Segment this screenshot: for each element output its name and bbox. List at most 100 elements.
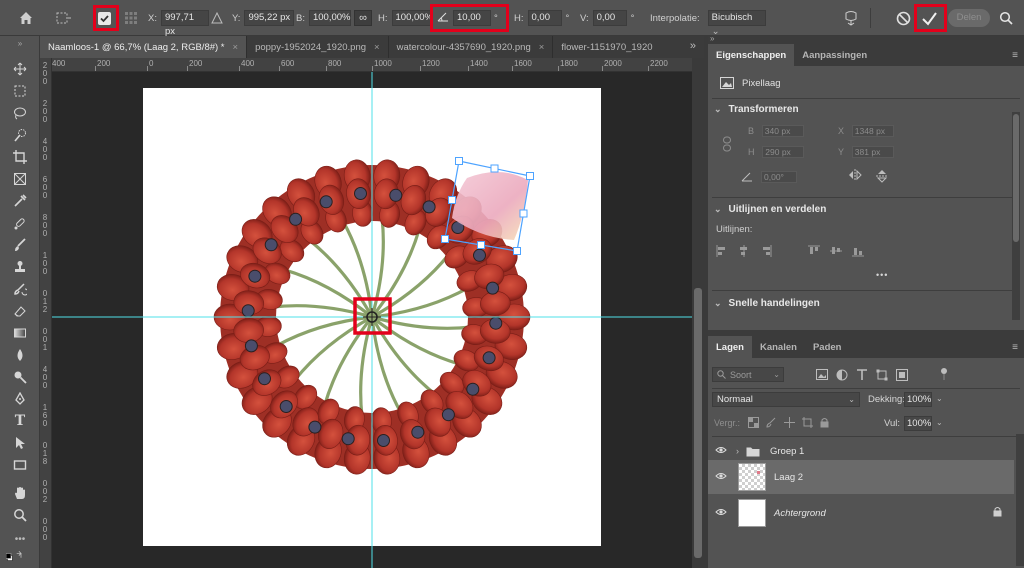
transform-handle[interactable] xyxy=(477,241,485,249)
zoom-tool-icon[interactable] xyxy=(10,506,30,524)
panel-menu-icon[interactable]: ≡ xyxy=(1012,50,1018,61)
tab-close-icon[interactable]: × xyxy=(233,42,239,53)
path-selection-tool-icon[interactable] xyxy=(10,434,30,452)
filter-toggle-icon[interactable] xyxy=(940,367,950,381)
blend-mode-select[interactable]: Normaal ⌄ xyxy=(712,392,860,407)
tab-poppy[interactable]: poppy-1952024_1920.png × xyxy=(247,36,389,58)
visibility-eye-icon[interactable] xyxy=(708,471,734,483)
lock-transparent-icon[interactable] xyxy=(748,417,759,428)
layer-thumbnail[interactable] xyxy=(738,463,766,491)
transform-handle[interactable] xyxy=(490,164,499,173)
rectangle-tool-icon[interactable] xyxy=(10,456,30,474)
tab-paden[interactable]: Paden xyxy=(805,336,850,358)
align-button-icon[interactable] xyxy=(808,245,820,257)
prop-width-field[interactable]: 340 px xyxy=(761,125,804,137)
tab-close-icon[interactable]: × xyxy=(374,42,380,53)
section-snelle-handelingen[interactable]: ⌄ Snelle handelingen xyxy=(714,298,820,309)
tab-watercolour[interactable]: watercolour-4357690_1920.png × xyxy=(389,36,554,58)
lock-artboard-icon[interactable] xyxy=(802,417,813,428)
width-percent-field[interactable]: 100,00% xyxy=(308,10,351,26)
transform-handle[interactable] xyxy=(526,172,534,180)
panel-menu-icon[interactable]: ≡ xyxy=(1012,342,1018,353)
prop-y-field[interactable]: 381 px xyxy=(851,146,894,158)
filter-adjustment-icon[interactable] xyxy=(836,369,848,381)
toolbar-collapse-icon[interactable]: » xyxy=(10,38,30,48)
align-button-icon[interactable] xyxy=(852,245,864,257)
cancel-transform-icon[interactable] xyxy=(896,8,911,28)
height-percent-field[interactable]: 100,00% xyxy=(391,10,433,26)
brush-tool-icon[interactable] xyxy=(10,236,30,254)
transform-tool-icon[interactable] xyxy=(55,8,73,28)
align-button-icon[interactable] xyxy=(830,245,842,257)
chevron-right-icon[interactable]: › xyxy=(736,446,746,456)
crop-tool-icon[interactable] xyxy=(10,148,30,166)
horizontal-ruler[interactable]: 400 200 0 200 400 600 800 1000 1200 1400 1600 1800 2… xyxy=(50,58,692,72)
flip-vertical-icon[interactable] xyxy=(876,169,888,186)
blur-tool-icon[interactable] xyxy=(10,346,30,364)
quick-selection-tool-icon[interactable] xyxy=(10,126,30,144)
visibility-eye-icon[interactable] xyxy=(708,445,734,457)
tab-naamloos-1[interactable]: Naamloos-1 @ 66,7% (Laag 2, RGB/8#) * × xyxy=(40,36,248,58)
fill-field[interactable]: 100% xyxy=(904,416,932,431)
hskew-field[interactable]: 0,00 xyxy=(527,10,562,26)
layer-row-achtergrond[interactable]: Achtergrond xyxy=(708,496,1014,530)
more-tools-icon[interactable]: ••• xyxy=(10,530,30,548)
reference-point-grid-icon[interactable] xyxy=(124,8,138,28)
align-button-icon[interactable] xyxy=(716,245,728,257)
tab-overflow-icon[interactable]: » xyxy=(690,40,696,52)
transform-handle[interactable] xyxy=(519,209,528,218)
lock-all-icon[interactable] xyxy=(820,417,831,428)
tab-close-icon[interactable]: × xyxy=(539,42,545,53)
gradient-tool-icon[interactable] xyxy=(10,324,30,342)
tab-flower[interactable]: flower-1151970_1920 xyxy=(553,36,660,58)
transform-handle[interactable] xyxy=(448,196,456,204)
marquee-tool-icon[interactable] xyxy=(10,82,30,100)
eyedropper-tool-icon[interactable] xyxy=(10,192,30,210)
lock-image-icon[interactable] xyxy=(766,417,777,428)
share-button[interactable]: Delen xyxy=(948,8,990,28)
filter-smart-object-icon[interactable] xyxy=(896,369,908,381)
lasso-tool-icon[interactable] xyxy=(10,104,30,122)
link-dimensions-icon[interactable] xyxy=(722,136,732,155)
visibility-eye-icon[interactable] xyxy=(708,507,734,519)
section-transformeren[interactable]: ⌄ Transformeren xyxy=(714,104,799,115)
tab-eigenschappen[interactable]: Eigenschappen xyxy=(708,44,795,66)
tab-aanpassingen[interactable]: Aanpassingen xyxy=(794,44,875,66)
transform-handle[interactable] xyxy=(455,157,463,165)
filter-type-icon[interactable] xyxy=(856,369,868,381)
lock-icon[interactable] xyxy=(993,506,1002,520)
prop-angle-field[interactable]: 0,00° xyxy=(761,171,797,183)
flip-horizontal-icon[interactable] xyxy=(848,169,862,184)
vertical-ruler[interactable]: 200200400600800100012001400160018002000 xyxy=(40,58,52,568)
lock-position-icon[interactable] xyxy=(784,417,795,428)
prop-x-field[interactable]: 1348 px xyxy=(851,125,894,137)
section-uitlijnen[interactable]: ⌄ Uitlijnen en verdelen xyxy=(714,204,826,215)
hand-tool-icon[interactable] xyxy=(10,484,30,502)
eraser-tool-icon[interactable] xyxy=(10,302,30,320)
canvas-scroll-thumb[interactable] xyxy=(694,288,702,558)
fill-dropdown-icon[interactable]: ⌄ xyxy=(936,416,946,431)
warp-icon[interactable] xyxy=(843,8,859,28)
search-icon[interactable] xyxy=(999,8,1013,28)
properties-scroll-thumb[interactable] xyxy=(1013,114,1019,242)
healing-brush-tool-icon[interactable] xyxy=(10,214,30,232)
tab-lagen[interactable]: Lagen xyxy=(708,336,752,358)
interpolation-select[interactable]: Bicubisch ⌄ xyxy=(707,10,766,37)
layers-scrollbar[interactable] xyxy=(1016,434,1024,566)
transform-handle[interactable] xyxy=(513,247,521,255)
layer-row-groep-1[interactable]: › Groep 1 xyxy=(708,440,1014,462)
artwork-layer[interactable] xyxy=(52,72,692,568)
vskew-field[interactable]: 0,00 xyxy=(592,10,627,26)
frame-tool-icon[interactable] xyxy=(10,170,30,188)
y-field[interactable]: 995,22 px xyxy=(244,10,295,26)
move-tool-icon[interactable] xyxy=(10,60,30,78)
home-icon[interactable] xyxy=(18,8,34,28)
layer-row-laag-2[interactable]: Laag 2 xyxy=(708,460,1014,494)
filter-shape-icon[interactable] xyxy=(876,369,888,381)
clone-stamp-tool-icon[interactable] xyxy=(10,258,30,276)
align-button-icon[interactable] xyxy=(760,245,772,257)
opacity-dropdown-icon[interactable]: ⌄ xyxy=(936,392,946,407)
x-field[interactable]: 997,71 px xyxy=(160,10,209,37)
dodge-tool-icon[interactable] xyxy=(10,368,30,386)
transform-handle[interactable] xyxy=(441,235,449,243)
